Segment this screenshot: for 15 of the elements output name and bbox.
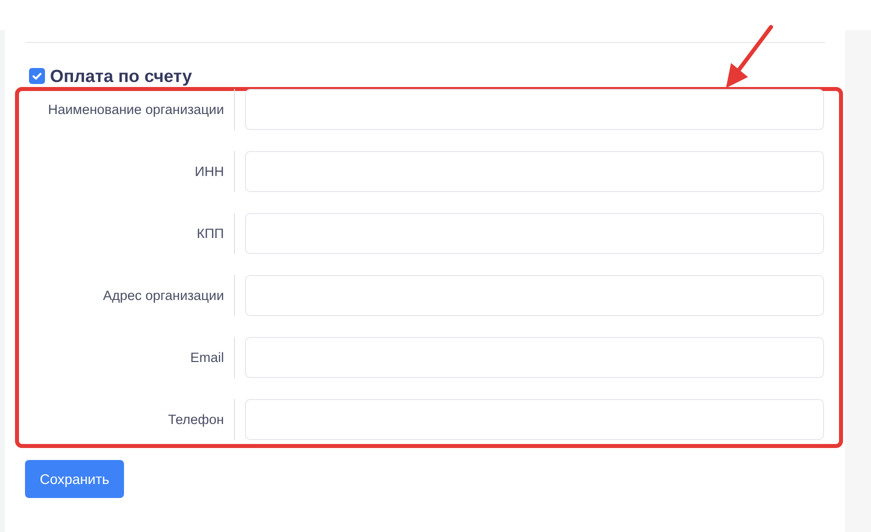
checkbox-label: Оплата по счету <box>50 66 192 86</box>
input-field[interactable] <box>245 275 824 316</box>
field-label: КПП <box>196 226 224 241</box>
field-label: Наименование организации <box>48 102 224 117</box>
input-field[interactable] <box>245 399 824 440</box>
field-label: ИНН <box>194 164 224 179</box>
input-field[interactable] <box>245 213 824 254</box>
input-field[interactable] <box>245 89 824 130</box>
field-label: Email <box>190 350 224 365</box>
input-field[interactable] <box>245 151 824 192</box>
input-field[interactable] <box>245 337 824 378</box>
field-label: Адрес организации <box>102 288 224 303</box>
save-button[interactable]: Сохранить <box>25 460 124 498</box>
checkbox[interactable] <box>29 68 45 84</box>
field-label: Телефон <box>168 412 224 427</box>
